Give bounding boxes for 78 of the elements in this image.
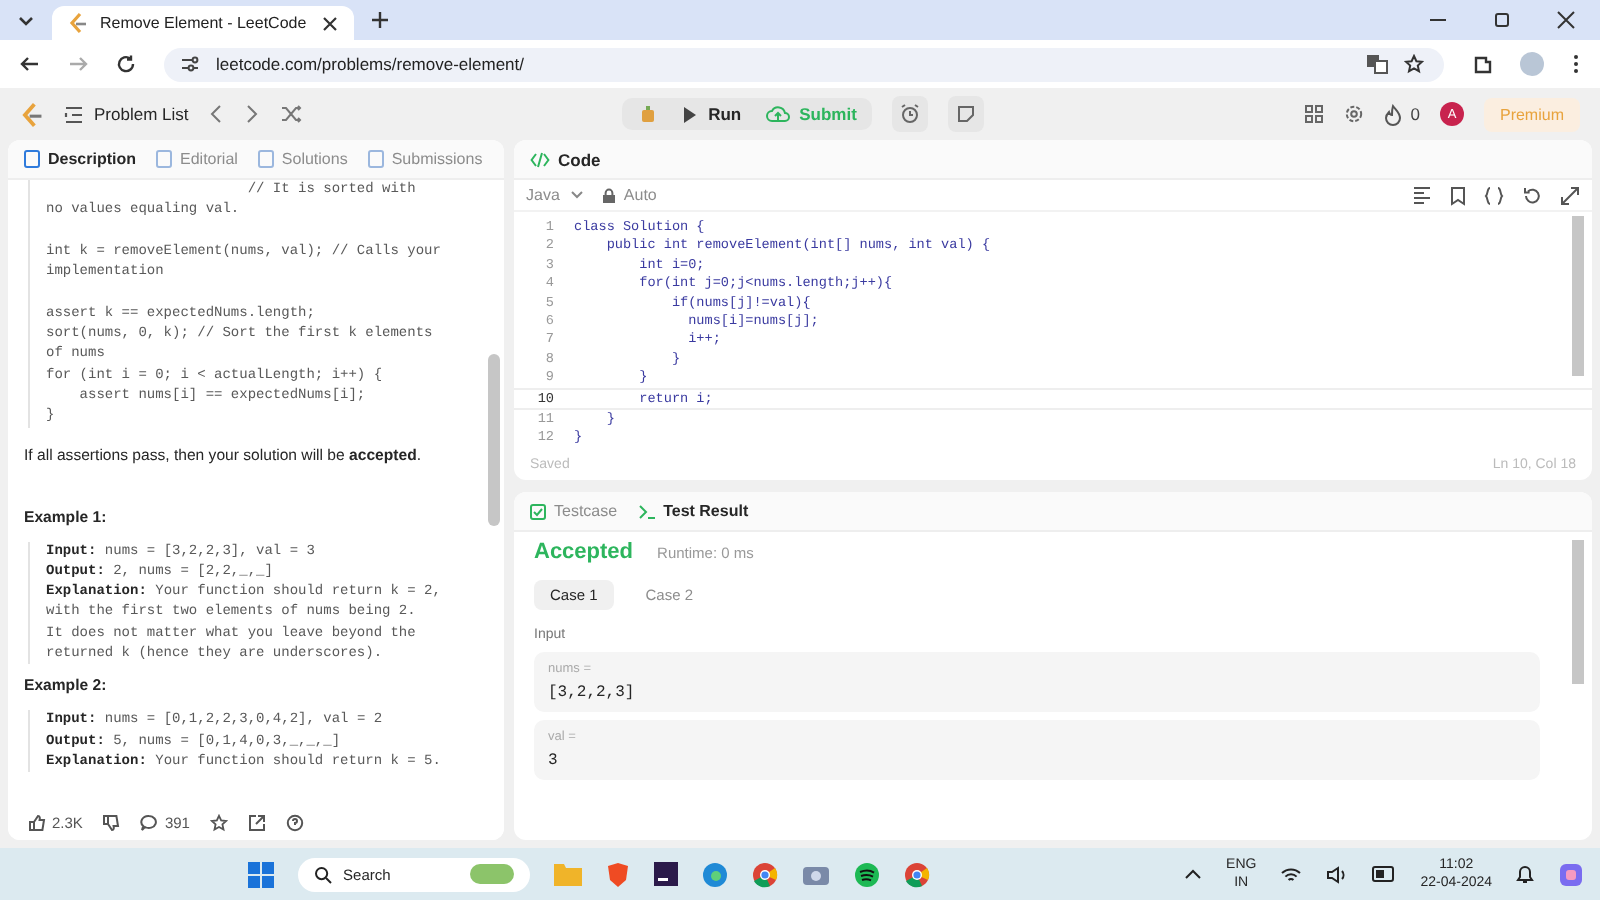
music-app-icon[interactable] <box>853 861 880 887</box>
restore-icon[interactable] <box>1492 10 1512 30</box>
parameter-value: [3,2,2,3] <box>548 684 635 702</box>
braces-icon[interactable] <box>1484 185 1504 206</box>
windows-start-icon[interactable] <box>247 861 274 887</box>
lock-icon <box>601 187 616 204</box>
list-icon <box>64 105 84 123</box>
notes-button[interactable] <box>948 96 985 132</box>
panel-tab[interactable]: Test Result <box>637 502 749 520</box>
chrome-icon[interactable] <box>903 861 930 887</box>
language-dropdown[interactable]: Java <box>526 186 584 205</box>
browser-icon[interactable] <box>701 861 728 887</box>
timer-button[interactable] <box>892 96 929 132</box>
star-icon[interactable] <box>1404 54 1424 74</box>
play-icon <box>682 105 699 123</box>
reset-icon[interactable] <box>1522 185 1542 206</box>
verdict-text: Accepted <box>534 540 634 564</box>
caret-icon <box>569 190 584 201</box>
search-icon <box>313 865 332 883</box>
more-icon[interactable] <box>1572 54 1580 74</box>
wifi-icon[interactable] <box>1280 865 1303 883</box>
expand-icon[interactable] <box>1560 185 1580 206</box>
close-icon[interactable] <box>1556 10 1576 30</box>
copilot-icon[interactable] <box>1558 861 1585 887</box>
code-icon <box>530 151 550 167</box>
panel-title: Code <box>530 149 601 169</box>
chrome-icon[interactable] <box>751 861 778 887</box>
shuffle-icon[interactable] <box>280 104 303 124</box>
parameter-value: 3 <box>548 752 558 770</box>
share-icon[interactable] <box>247 813 266 831</box>
next-icon[interactable] <box>244 104 261 124</box>
thumbs-down-icon[interactable] <box>102 813 121 831</box>
format-icon[interactable] <box>1412 186 1432 205</box>
search-highlight-icon <box>469 864 514 884</box>
problem-list-button[interactable]: Problem List <box>64 104 189 124</box>
battery-icon[interactable] <box>1372 866 1397 882</box>
settings-icon[interactable] <box>1344 104 1365 124</box>
close-icon[interactable] <box>322 15 338 31</box>
scrollbar[interactable] <box>1572 540 1584 684</box>
bookmark-icon[interactable] <box>1450 185 1466 206</box>
cloud-upload-icon <box>765 104 790 124</box>
translate-icon[interactable] <box>1366 54 1388 74</box>
leetcode-logo-icon <box>68 12 88 34</box>
alarm-clock-icon <box>900 104 921 124</box>
back-arrow-icon[interactable] <box>20 54 40 74</box>
checkbox-icon <box>530 503 546 519</box>
help-icon[interactable] <box>285 813 304 831</box>
previous-icon[interactable] <box>208 104 225 124</box>
star-icon[interactable] <box>209 813 228 831</box>
leetcode-logo-icon[interactable] <box>20 101 44 127</box>
chevron-up-icon[interactable] <box>1184 868 1203 880</box>
layout-icon[interactable] <box>1304 104 1325 124</box>
note-icon <box>956 104 977 124</box>
document-icon <box>257 150 274 168</box>
extensions-icon[interactable] <box>1472 54 1492 74</box>
bell-icon[interactable] <box>1516 864 1535 884</box>
document-icon <box>156 150 173 168</box>
camera-icon[interactable] <box>801 862 830 886</box>
reload-icon[interactable] <box>116 54 136 74</box>
thumbs-up-icon <box>28 813 46 831</box>
streak-count: 0 <box>1410 104 1420 124</box>
document-icon <box>367 150 384 168</box>
terminal-icon <box>637 503 656 519</box>
scrollbar[interactable] <box>1572 216 1584 377</box>
new-tab-icon[interactable] <box>370 10 390 30</box>
autocomplete-mode: Auto <box>601 186 657 205</box>
speaker-icon[interactable] <box>1326 865 1349 883</box>
comment-icon <box>140 813 159 831</box>
url-text: leetcode.com/problems/remove-element/ <box>216 54 525 74</box>
document-icon <box>24 150 40 168</box>
app-icon[interactable] <box>653 862 678 886</box>
run-button[interactable]: Run <box>682 104 742 124</box>
flame-icon[interactable] <box>1384 103 1403 125</box>
address-bar[interactable]: leetcode.com/problems/remove-element/ <box>164 47 1444 81</box>
panel-tab[interactable]: Description <box>24 150 137 168</box>
shield-icon[interactable] <box>605 861 630 887</box>
browser-tab[interactable]: Remove Element - LeetCode <box>52 6 354 40</box>
site-settings-icon[interactable] <box>180 56 200 72</box>
